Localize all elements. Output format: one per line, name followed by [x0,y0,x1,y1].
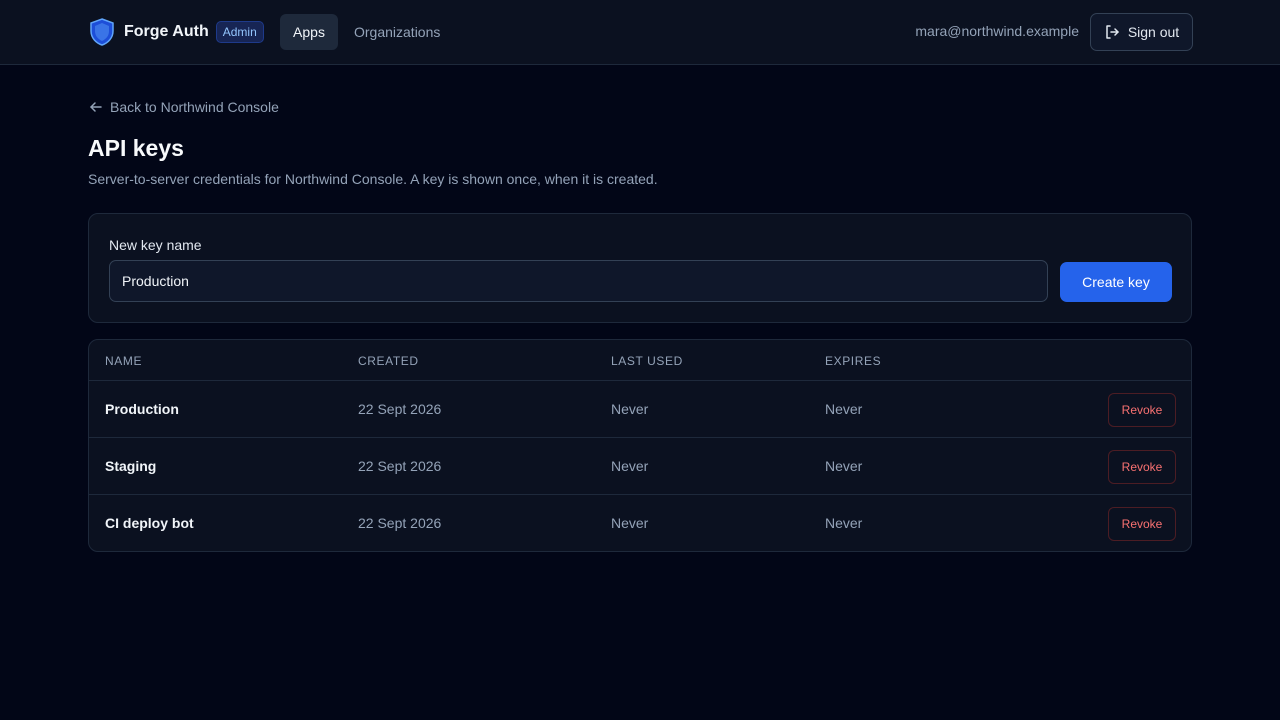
key-last-used: Never [611,458,649,474]
table-row: Staging 22 Sept 2026 Never Never Revoke [89,438,1191,495]
key-last-used: Never [611,515,649,531]
back-link[interactable]: Back to Northwind Console [89,98,279,116]
key-name: Staging [105,458,157,474]
api-keys-table: NAME CREATED LAST USED EXPIRES Productio… [88,339,1192,552]
create-key-card: New key name Create key [88,213,1192,323]
key-last-used: Never [611,401,649,417]
user-email: mara@northwind.example [915,23,1079,39]
revoke-button[interactable]: Revoke [1108,450,1176,484]
column-header-name: NAME [105,354,143,368]
key-name: CI deploy bot [105,515,194,531]
key-created: 22 Sept 2026 [358,515,442,531]
shield-icon [90,18,114,46]
nav-tab-organizations[interactable]: Organizations [344,14,450,50]
page-description: Server-to-server credentials for Northwi… [88,171,658,187]
column-header-expires: EXPIRES [825,354,882,368]
key-name: Production [105,401,179,417]
key-created: 22 Sept 2026 [358,401,442,417]
key-expires: Never [825,515,863,531]
revoke-button[interactable]: Revoke [1108,393,1176,427]
key-name-input[interactable] [109,260,1048,302]
key-name-label: New key name [109,237,202,253]
create-key-button[interactable]: Create key [1060,262,1172,302]
sign-out-label: Sign out [1127,24,1180,40]
table-row: CI deploy bot 22 Sept 2026 Never Never R… [89,495,1191,551]
key-created: 22 Sept 2026 [358,458,442,474]
revoke-button[interactable]: Revoke [1108,507,1176,541]
arrow-left-icon [90,102,102,112]
column-header-last-used: LAST USED [611,354,683,368]
nav-tab-apps[interactable]: Apps [280,14,338,50]
top-navigation-bar: Forge Auth Admin Apps Organizations mara… [0,0,1280,65]
table-row: Production 22 Sept 2026 Never Never Revo… [89,381,1191,438]
page-title: API keys [88,135,184,161]
brand-name: Forge Auth [124,23,209,40]
column-header-created: CREATED [358,354,419,368]
sign-out-icon [1106,25,1119,39]
sign-out-button[interactable]: Sign out [1090,13,1193,51]
brand[interactable]: Forge Auth Admin [89,17,264,47]
back-link-label: Back to Northwind Console [110,99,279,115]
table-header: NAME CREATED LAST USED EXPIRES [89,340,1191,381]
admin-badge: Admin [215,21,264,43]
key-expires: Never [825,458,863,474]
key-expires: Never [825,401,863,417]
